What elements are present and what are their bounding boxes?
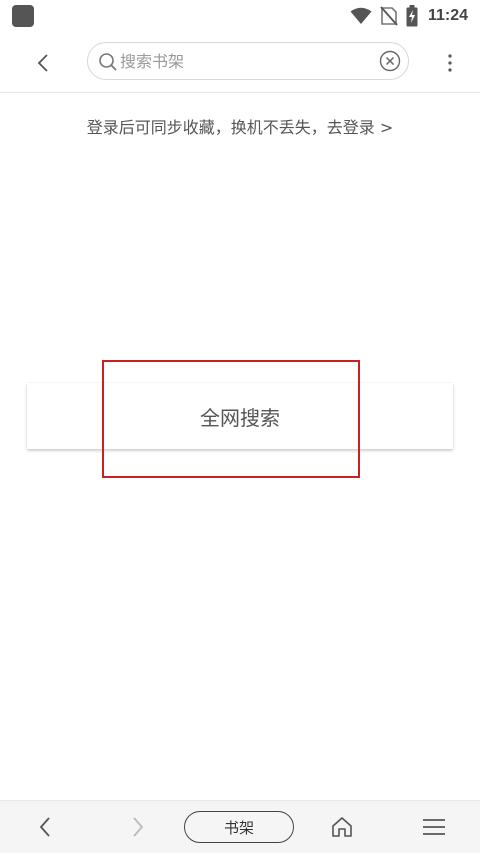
search-all-label: 全网搜索 <box>200 405 280 430</box>
home-icon <box>332 817 352 837</box>
login-prompt-link[interactable]: 登录后可同步收藏，换机不丢失，去登录 > <box>0 114 480 138</box>
nav-menu-button[interactable] <box>414 801 454 853</box>
search-all-button[interactable]: 全网搜索 <box>27 383 453 449</box>
bookshelf-label: 书架 <box>223 818 254 837</box>
app-indicator-icon <box>12 5 34 27</box>
bottom-nav: 书架 <box>0 800 480 853</box>
nav-home-button[interactable] <box>322 801 362 853</box>
back-button[interactable] <box>26 46 60 80</box>
nav-forward-button[interactable] <box>118 801 158 853</box>
clear-circle-x-icon[interactable] <box>379 50 401 72</box>
bookshelf-button[interactable]: 书架 <box>184 811 294 843</box>
more-vertical-icon <box>448 54 452 72</box>
search-input[interactable] <box>120 47 366 75</box>
top-bar <box>0 32 480 93</box>
forward-icon <box>133 817 144 837</box>
menu-icon <box>423 819 445 835</box>
more-options-button[interactable] <box>442 46 458 80</box>
back-chevron-icon <box>37 54 48 72</box>
search-box[interactable] <box>87 42 409 80</box>
status-time: 11:24 <box>427 7 468 24</box>
no-sim-icon <box>380 6 398 26</box>
status-bar: 11:24 <box>0 0 480 32</box>
wifi-icon <box>350 7 372 24</box>
status-icons: 11:24 <box>350 0 480 32</box>
search-icon <box>99 53 117 71</box>
nav-back-button[interactable] <box>25 801 65 853</box>
back-icon <box>39 817 50 837</box>
battery-charging-icon <box>406 5 418 27</box>
